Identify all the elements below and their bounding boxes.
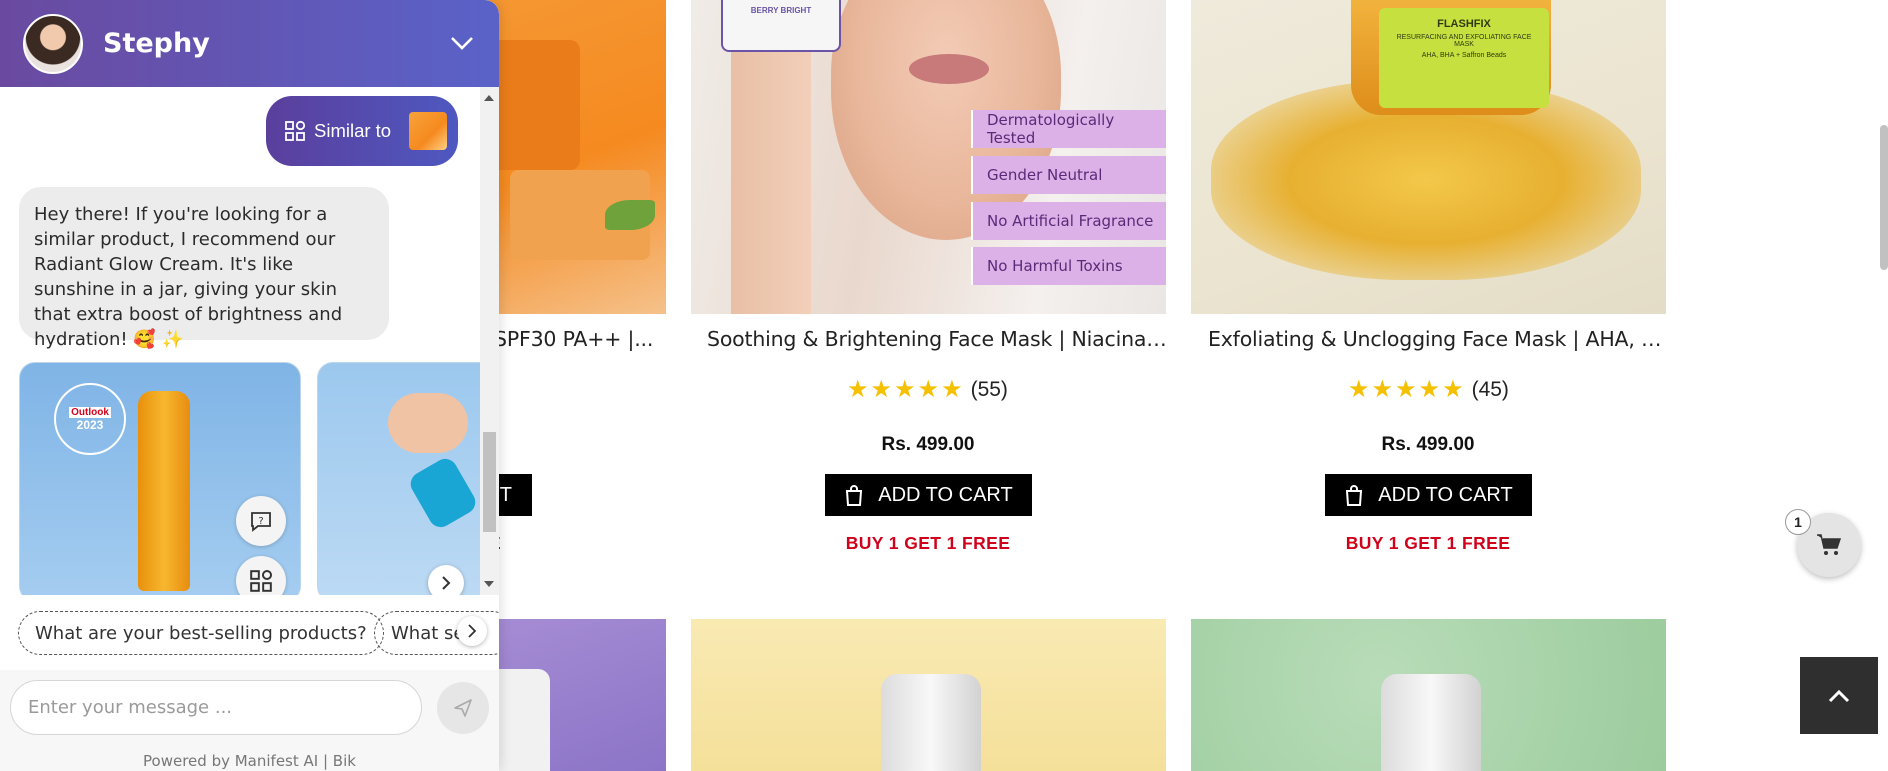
offer-text-2: BUY 1 GET 1 FREE <box>845 533 1011 553</box>
send-icon <box>454 699 472 717</box>
bot-message: Hey there! If you're looking for a simil… <box>19 187 389 350</box>
agent-name: Stephy <box>103 28 210 59</box>
user-message: Similar to <box>266 96 458 166</box>
find-similar-button[interactable] <box>236 556 286 595</box>
product-rating-3: ★ ★ ★ ★ ★ (45) <box>1348 378 1509 402</box>
jar-label: FLASHFIX RESURFACING AND EXFOLIATING FAC… <box>1379 8 1549 108</box>
shopping-bag-icon <box>846 485 863 506</box>
star-icon: ★ <box>1418 376 1441 403</box>
star-icon: ★ <box>870 376 893 403</box>
star-icon: ★ <box>1348 376 1370 403</box>
chat-scrollbar[interactable] <box>480 87 499 595</box>
page-scrollbar-thumb[interactable] <box>1880 125 1888 270</box>
offer-text-3: BUY 1 GET 1 FREE <box>1345 533 1511 553</box>
product-title-2[interactable]: Soothing & Brightening Face Mask | Niaci… <box>707 327 1167 351</box>
lips-shape <box>909 54 989 84</box>
rating-count: (45) <box>1471 378 1509 401</box>
chat-scrollbar-thumb[interactable] <box>483 432 496 532</box>
page: SPF30 PA++ |... 0) T E BERRY BRIGHT Derm… <box>0 0 1888 771</box>
question-chat-icon: ? <box>251 512 271 532</box>
add-to-cart-button-2[interactable]: ADD TO CART <box>825 474 1032 516</box>
star-icon: ★ <box>1395 376 1417 403</box>
similar-grid-icon <box>285 120 306 141</box>
avatar <box>23 13 83 74</box>
cart-count-badge: 1 <box>1785 509 1811 535</box>
hand-shape <box>388 393 468 453</box>
shopping-bag-icon <box>1346 485 1363 506</box>
cart-icon <box>1817 534 1842 555</box>
star-icon: ★ <box>847 376 869 403</box>
svg-text:?: ? <box>258 516 263 527</box>
chevron-right-icon <box>468 624 476 638</box>
chat-header: Stephy <box>0 0 499 87</box>
product-image-6[interactable] <box>1191 619 1666 771</box>
chevron-up-icon <box>1828 689 1850 702</box>
chat-messages[interactable]: Similar to Hey there! If you're looking … <box>0 87 480 595</box>
star-icon: ★ <box>1371 376 1394 403</box>
collapse-chat-button[interactable] <box>447 30 477 56</box>
product-image-3[interactable]: FLASHFIX RESURFACING AND EXFOLIATING FAC… <box>1191 0 1666 314</box>
message-composer <box>0 670 499 755</box>
chat-widget: Stephy Similar to Hey there! If you're l… <box>0 0 499 771</box>
product-tag: No Artificial Fragrance <box>971 202 1166 240</box>
pack-brand-label: BERRY BRIGHT <box>750 6 812 15</box>
chevron-right-icon <box>442 576 451 590</box>
powered-by-text[interactable]: Powered by Manifest AI | Bik <box>0 752 499 771</box>
back-to-top-button[interactable] <box>1800 657 1878 734</box>
product-title-1[interactable]: SPF30 PA++ |... <box>494 327 664 351</box>
suggestion-chips: What are your best-selling products? Wha… <box>0 595 499 670</box>
user-message-text: Similar to <box>314 120 392 141</box>
suggestions-next-button[interactable] <box>457 616 487 646</box>
bottle-shape <box>138 391 190 591</box>
product-pack: BERRY BRIGHT <box>721 0 841 52</box>
star-icon: ★ <box>917 376 940 403</box>
message-input[interactable] <box>10 680 422 735</box>
product-tag: Dermatologically Tested <box>971 110 1166 148</box>
send-button[interactable] <box>437 682 489 734</box>
product-price-2: Rs. 499.00 <box>881 434 975 455</box>
star-icon: ★ <box>894 376 916 403</box>
recommended-product-card[interactable]: Outlook 2023 ? <box>19 362 301 595</box>
user-message-thumbnail <box>409 112 448 150</box>
product-title-3[interactable]: Exfoliating & Unclogging Face Mask | AHA… <box>1208 327 1668 351</box>
add-to-cart-button-3[interactable]: ADD TO CART <box>1325 474 1532 516</box>
suggestion-chip[interactable]: What are your best-selling products? <box>18 611 384 655</box>
carousel-next-button[interactable] <box>428 565 464 595</box>
product-image-5[interactable] <box>691 619 1166 771</box>
spray-bottle-shape <box>406 454 480 532</box>
chevron-down-icon <box>451 37 473 50</box>
similar-grid-icon <box>250 569 273 592</box>
product-image-2[interactable]: BERRY BRIGHT Dermatologically Tested Gen… <box>691 0 1166 314</box>
scroll-down-arrow[interactable] <box>484 581 494 587</box>
product-price-3: Rs. 499.00 <box>1381 434 1475 455</box>
recommended-product-card[interactable] <box>317 362 480 595</box>
product-tag: Gender Neutral <box>971 156 1166 194</box>
ask-question-button[interactable]: ? <box>236 496 286 546</box>
star-icon: ★ <box>1442 376 1464 403</box>
award-seal: Outlook 2023 <box>54 383 126 455</box>
star-icon: ★ <box>941 376 963 403</box>
product-rating-2: ★ ★ ★ ★ ★ (55) <box>847 378 1008 402</box>
scroll-up-arrow[interactable] <box>484 95 494 101</box>
product-tag: No Harmful Toxins <box>971 247 1166 285</box>
rating-count: (55) <box>970 378 1008 401</box>
